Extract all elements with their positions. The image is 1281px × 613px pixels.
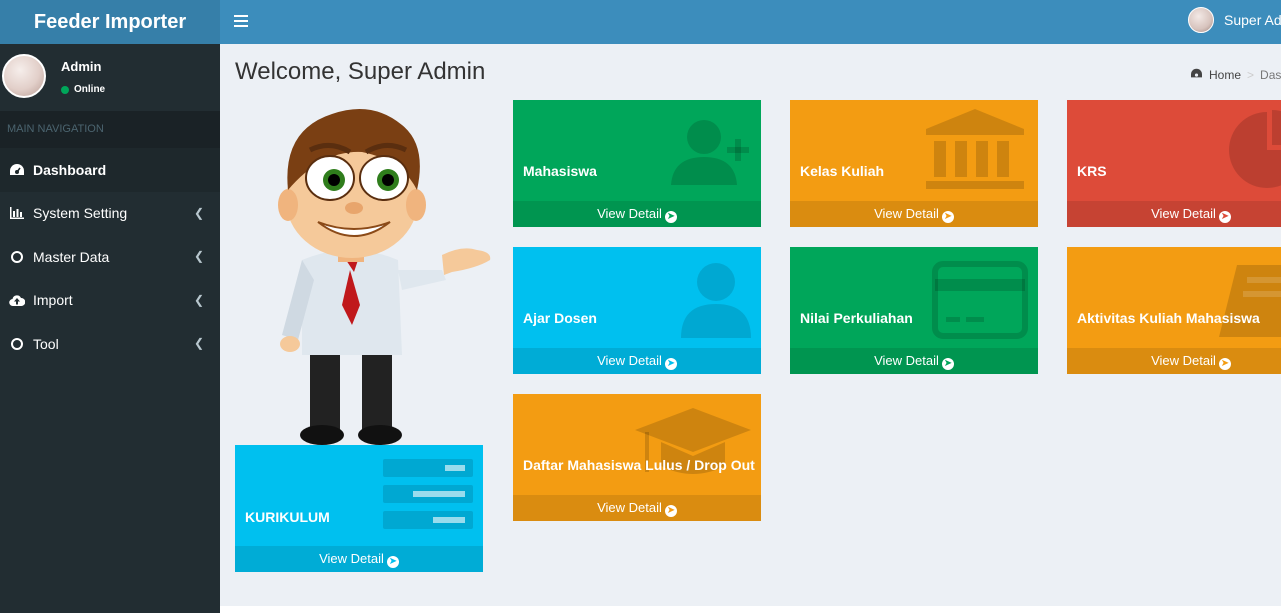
mascot-illustration bbox=[278, 108, 491, 445]
circle-o-icon bbox=[9, 249, 25, 265]
page-title: Welcome, Super Admin bbox=[235, 58, 486, 85]
user-panel-name: Admin bbox=[61, 59, 102, 74]
view-detail-link[interactable]: View Detail ➤ bbox=[790, 348, 1038, 374]
top-navbar: Super Admin bbox=[220, 0, 1281, 44]
view-detail-link[interactable]: View Detail ➤ bbox=[790, 201, 1038, 227]
box-label: KRS bbox=[1077, 163, 1107, 179]
user-icon bbox=[681, 263, 751, 338]
online-dot-icon bbox=[61, 85, 69, 94]
breadcrumb-home[interactable]: Home bbox=[1209, 68, 1241, 82]
view-detail-label: View Detail bbox=[597, 500, 662, 515]
chevron-left-icon: ❮ bbox=[193, 249, 204, 263]
credit-card-icon bbox=[932, 261, 1028, 339]
user-plus-icon bbox=[671, 120, 749, 185]
arrow-circle-right-icon: ➤ bbox=[941, 211, 954, 223]
sidebar-section-header: MAIN NAVIGATION bbox=[0, 111, 220, 148]
user-menu[interactable]: Super Admin bbox=[1188, 7, 1281, 33]
box-aktivitas-kuliah-mahasiswa[interactable]: Aktivitas Kuliah Mahasiswa View Detail ➤ bbox=[1067, 247, 1281, 374]
view-detail-link[interactable]: View Detail ➤ bbox=[235, 546, 483, 572]
view-detail-link[interactable]: View Detail ➤ bbox=[513, 348, 761, 374]
dashboard-icon bbox=[9, 162, 25, 178]
box-label: Aktivitas Kuliah Mahasiswa bbox=[1077, 310, 1260, 326]
user-status-label: Online bbox=[74, 84, 106, 95]
arrow-circle-right-icon: ➤ bbox=[664, 505, 677, 517]
arrow-circle-right-icon: ➤ bbox=[941, 358, 954, 370]
breadcrumb-separator: > bbox=[1247, 68, 1255, 82]
chevron-left-icon: ❮ bbox=[193, 336, 204, 350]
view-detail-link[interactable]: View Detail ➤ bbox=[513, 495, 761, 521]
bar-chart-icon bbox=[9, 205, 25, 221]
box-daftar-mahasiswa-lulus[interactable]: Daftar Mahasiswa Lulus / Drop Out View D… bbox=[513, 394, 761, 521]
arrow-circle-right-icon: ➤ bbox=[386, 556, 399, 568]
user-menu-name: Super Admin bbox=[1224, 12, 1281, 28]
box-kelas-kuliah[interactable]: Kelas Kuliah View Detail ➤ bbox=[790, 100, 1038, 227]
institution-icon bbox=[926, 109, 1024, 189]
view-detail-label: View Detail bbox=[597, 206, 662, 221]
sidebar: Admin Online MAIN NAVIGATION Dashboard S… bbox=[0, 44, 220, 613]
sidebar-item-master-data[interactable]: Master Data ❮ bbox=[0, 235, 220, 279]
box-label: Kelas Kuliah bbox=[800, 163, 885, 179]
sidebar-item-tool[interactable]: Tool ❮ bbox=[0, 322, 220, 366]
box-kurikulum[interactable]: KURIKULUM View Detail ➤ bbox=[235, 445, 483, 572]
box-nilai-perkuliahan[interactable]: Nilai Perkuliahan View Detail ➤ bbox=[790, 247, 1038, 374]
avatar bbox=[1188, 7, 1214, 33]
view-detail-label: View Detail bbox=[1151, 353, 1216, 368]
app-logo[interactable]: Feeder Importer bbox=[0, 0, 220, 44]
user-panel: Admin Online bbox=[0, 44, 220, 111]
sidebar-item-label: Dashboard bbox=[33, 161, 107, 178]
view-detail-link[interactable]: View Detail ➤ bbox=[1067, 201, 1281, 227]
sidebar-item-label: Master Data bbox=[33, 248, 110, 265]
chevron-left-icon: ❮ bbox=[193, 292, 204, 307]
sidebar-item-dashboard[interactable]: Dashboard bbox=[0, 148, 220, 192]
view-detail-link[interactable]: View Detail ➤ bbox=[1067, 348, 1281, 374]
box-krs[interactable]: KRS View Detail ➤ bbox=[1067, 100, 1281, 227]
box-mahasiswa[interactable]: Mahasiswa View Detail ➤ bbox=[513, 100, 761, 227]
chevron-left-icon: ❮ bbox=[193, 205, 204, 220]
avatar bbox=[2, 54, 46, 98]
sidebar-item-system-setting[interactable]: System Setting ❮ bbox=[0, 192, 220, 236]
sidebar-item-label: System Setting bbox=[33, 205, 128, 222]
box-ajar-dosen[interactable]: Ajar Dosen View Detail ➤ bbox=[513, 247, 761, 374]
arrow-circle-right-icon: ➤ bbox=[664, 211, 677, 223]
view-detail-link[interactable]: View Detail ➤ bbox=[513, 201, 761, 227]
cloud-upload-icon bbox=[9, 292, 25, 308]
box-label: Daftar Mahasiswa Lulus / Drop Out bbox=[523, 457, 755, 473]
sidebar-item-import[interactable]: Import ❮ bbox=[0, 279, 220, 323]
arrow-circle-right-icon: ➤ bbox=[1218, 211, 1231, 223]
graduation-cap-icon bbox=[635, 408, 751, 474]
box-label: Nilai Perkuliahan bbox=[800, 310, 913, 326]
user-status: Online bbox=[61, 84, 105, 95]
dashboard-icon bbox=[1190, 68, 1203, 82]
footer-bar bbox=[220, 606, 1281, 613]
view-detail-label: View Detail bbox=[597, 353, 662, 368]
arrow-circle-right-icon: ➤ bbox=[664, 358, 677, 370]
circle-o-icon bbox=[9, 336, 25, 352]
view-detail-label: View Detail bbox=[1151, 206, 1216, 221]
pie-chart-icon bbox=[1229, 110, 1281, 188]
view-detail-label: View Detail bbox=[319, 551, 384, 566]
breadcrumb-current: Dashboard bbox=[1260, 68, 1281, 82]
breadcrumb: Home > Dashboard bbox=[1190, 68, 1281, 82]
box-label: KURIKULUM bbox=[245, 509, 330, 525]
sidebar-item-label: Import bbox=[33, 292, 73, 309]
sidebar-toggle-icon[interactable] bbox=[234, 12, 248, 32]
box-label: Mahasiswa bbox=[523, 163, 597, 179]
view-detail-label: View Detail bbox=[874, 206, 939, 221]
view-detail-label: View Detail bbox=[874, 353, 939, 368]
app-logo-text: Feeder Importer bbox=[33, 10, 187, 33]
box-label: Ajar Dosen bbox=[523, 310, 597, 326]
arrow-circle-right-icon: ➤ bbox=[1218, 358, 1231, 370]
sidebar-item-label: Tool bbox=[33, 335, 59, 352]
book-icon bbox=[1219, 265, 1281, 337]
tasks-icon bbox=[383, 459, 473, 529]
